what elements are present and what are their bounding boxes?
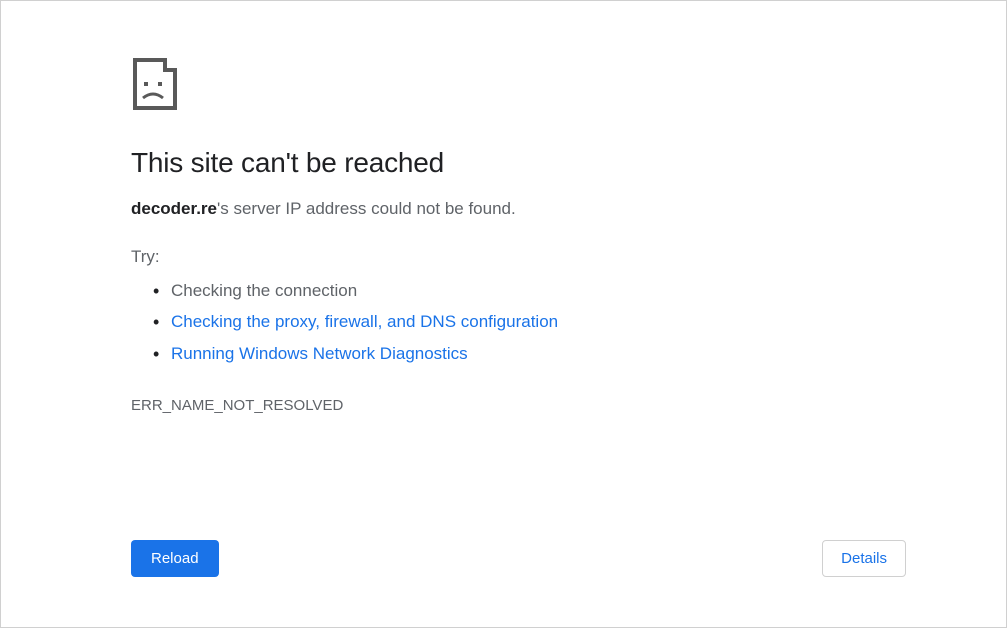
error-title: This site can't be reached	[131, 147, 1006, 179]
suggestion-text: Checking the connection	[171, 281, 357, 300]
suggestion-item: Checking the proxy, firewall, and DNS co…	[171, 306, 1006, 337]
details-button[interactable]: Details	[822, 540, 906, 577]
suggestion-item: Checking the connection	[171, 275, 1006, 306]
network-diagnostics-link[interactable]: Running Windows Network Diagnostics	[171, 344, 468, 363]
error-domain: decoder.re	[131, 199, 217, 218]
suggestions-section: Try: Checking the connection Checking th…	[131, 247, 1006, 369]
error-message: decoder.re's server IP address could not…	[131, 199, 1006, 219]
button-row: Reload Details	[131, 540, 906, 577]
error-message-suffix: 's server IP address could not be found.	[217, 199, 516, 218]
proxy-config-link[interactable]: Checking the proxy, firewall, and DNS co…	[171, 312, 558, 331]
suggestions-list: Checking the connection Checking the pro…	[131, 275, 1006, 369]
suggestion-item: Running Windows Network Diagnostics	[171, 338, 1006, 369]
error-code: ERR_NAME_NOT_RESOLVED	[131, 397, 1006, 414]
try-label: Try:	[131, 247, 1006, 267]
reload-button[interactable]: Reload	[131, 540, 219, 577]
broken-page-icon	[131, 56, 1006, 112]
